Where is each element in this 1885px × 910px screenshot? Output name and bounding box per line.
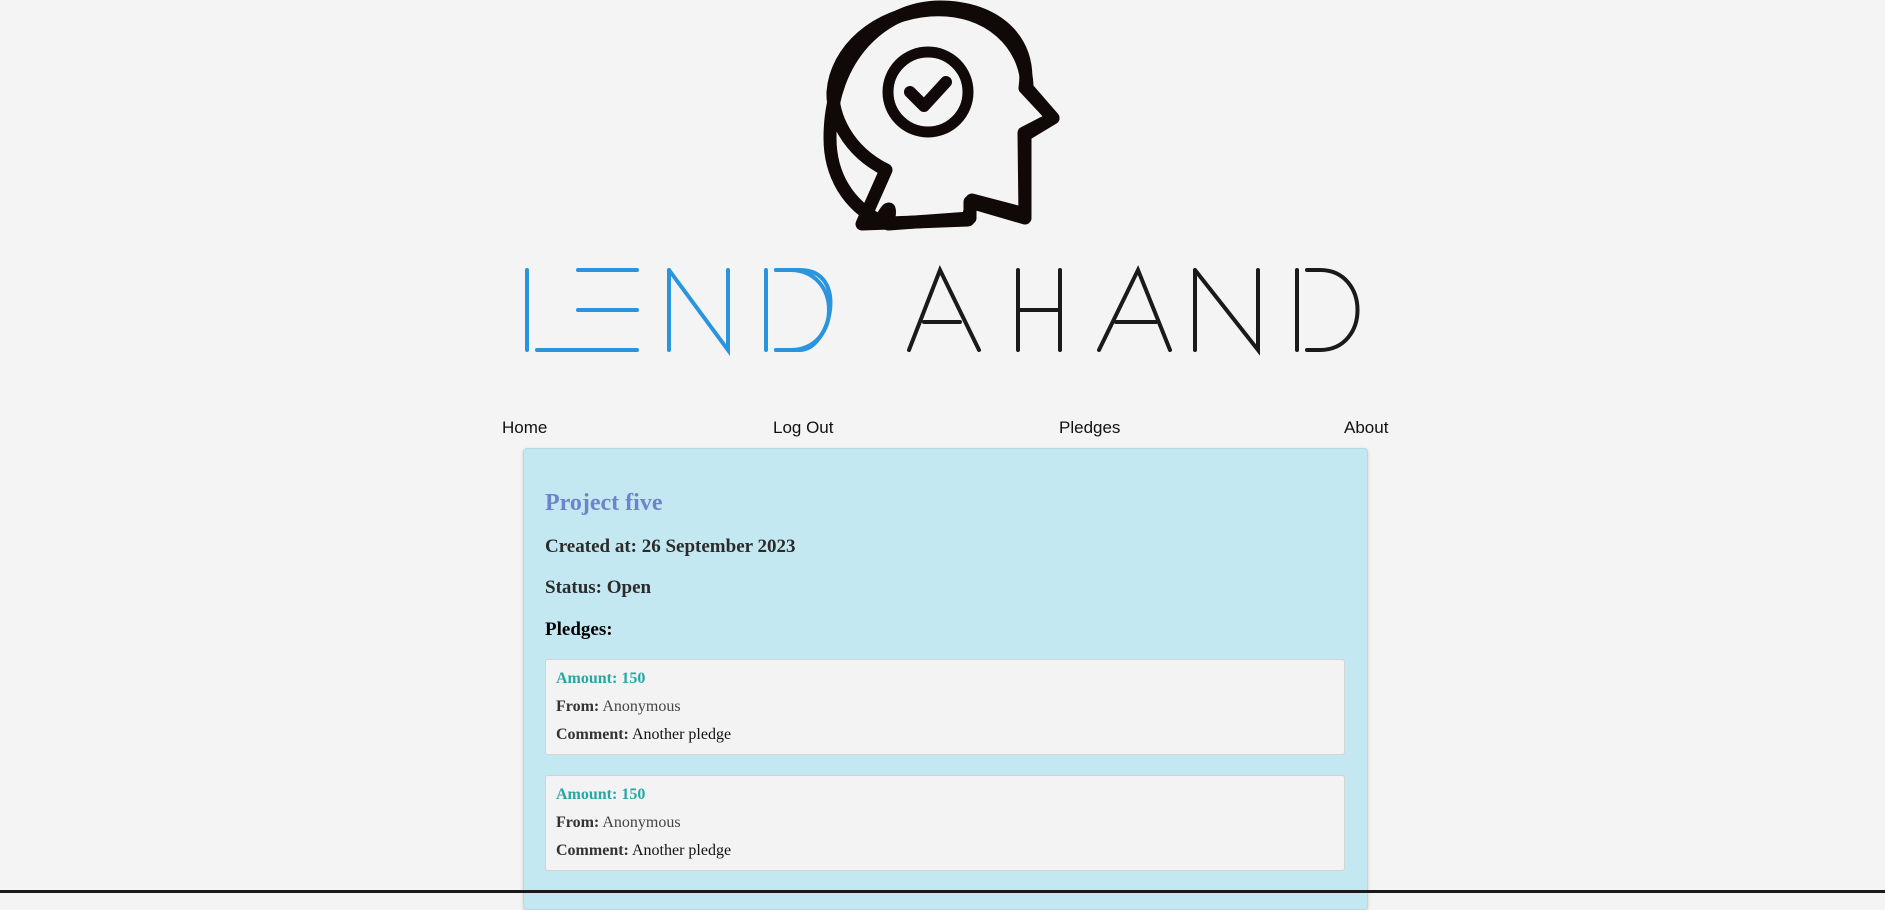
pledge-item: Amount: 150 From: Anonymous Comment: Ano… bbox=[545, 659, 1345, 755]
nav-about[interactable]: About bbox=[1344, 418, 1388, 438]
pledge-comment: Comment: Another pledge bbox=[556, 842, 731, 860]
nav-logout[interactable]: Log Out bbox=[773, 418, 834, 438]
wordmark-lend bbox=[525, 268, 833, 357]
pledge-comment: Comment: Another pledge bbox=[556, 726, 731, 744]
pledge-from-value: Anonymous bbox=[602, 698, 681, 715]
project-title: Project five bbox=[545, 490, 663, 516]
pledge-amount: Amount: 150 bbox=[556, 670, 646, 687]
project-status: Status: Open bbox=[545, 577, 652, 598]
brand-wordmark bbox=[525, 265, 1360, 357]
site-logo[interactable] bbox=[0, 0, 1885, 400]
project-card: Project five Created at: 26 September 20… bbox=[523, 448, 1368, 910]
pledge-comment-label: Comment: bbox=[556, 842, 629, 859]
pledge-comment-label: Comment: bbox=[556, 726, 629, 743]
pledge-item: Amount: 150 From: Anonymous Comment: Ano… bbox=[545, 775, 1345, 871]
pledge-comment-value: Another pledge bbox=[632, 842, 732, 859]
pledge-from-label: From: bbox=[556, 698, 600, 715]
main-nav: Home Log Out Pledges About bbox=[502, 418, 1388, 442]
pledge-comment-value: Another pledge bbox=[632, 726, 732, 743]
pledges-heading: Pledges: bbox=[545, 619, 613, 640]
head-checkmark-icon bbox=[823, 0, 1060, 231]
nav-pledges[interactable]: Pledges bbox=[1059, 418, 1120, 438]
pledge-amount: Amount: 150 bbox=[556, 786, 646, 803]
pledge-from-label: From: bbox=[556, 814, 600, 831]
wordmark-ahand bbox=[907, 265, 1360, 356]
pledge-from: From: Anonymous bbox=[556, 698, 681, 716]
pledge-from: From: Anonymous bbox=[556, 814, 681, 832]
pledge-from-value: Anonymous bbox=[602, 814, 681, 831]
created-date: Created at: 26 September 2023 bbox=[545, 536, 796, 557]
nav-home[interactable]: Home bbox=[502, 418, 547, 438]
